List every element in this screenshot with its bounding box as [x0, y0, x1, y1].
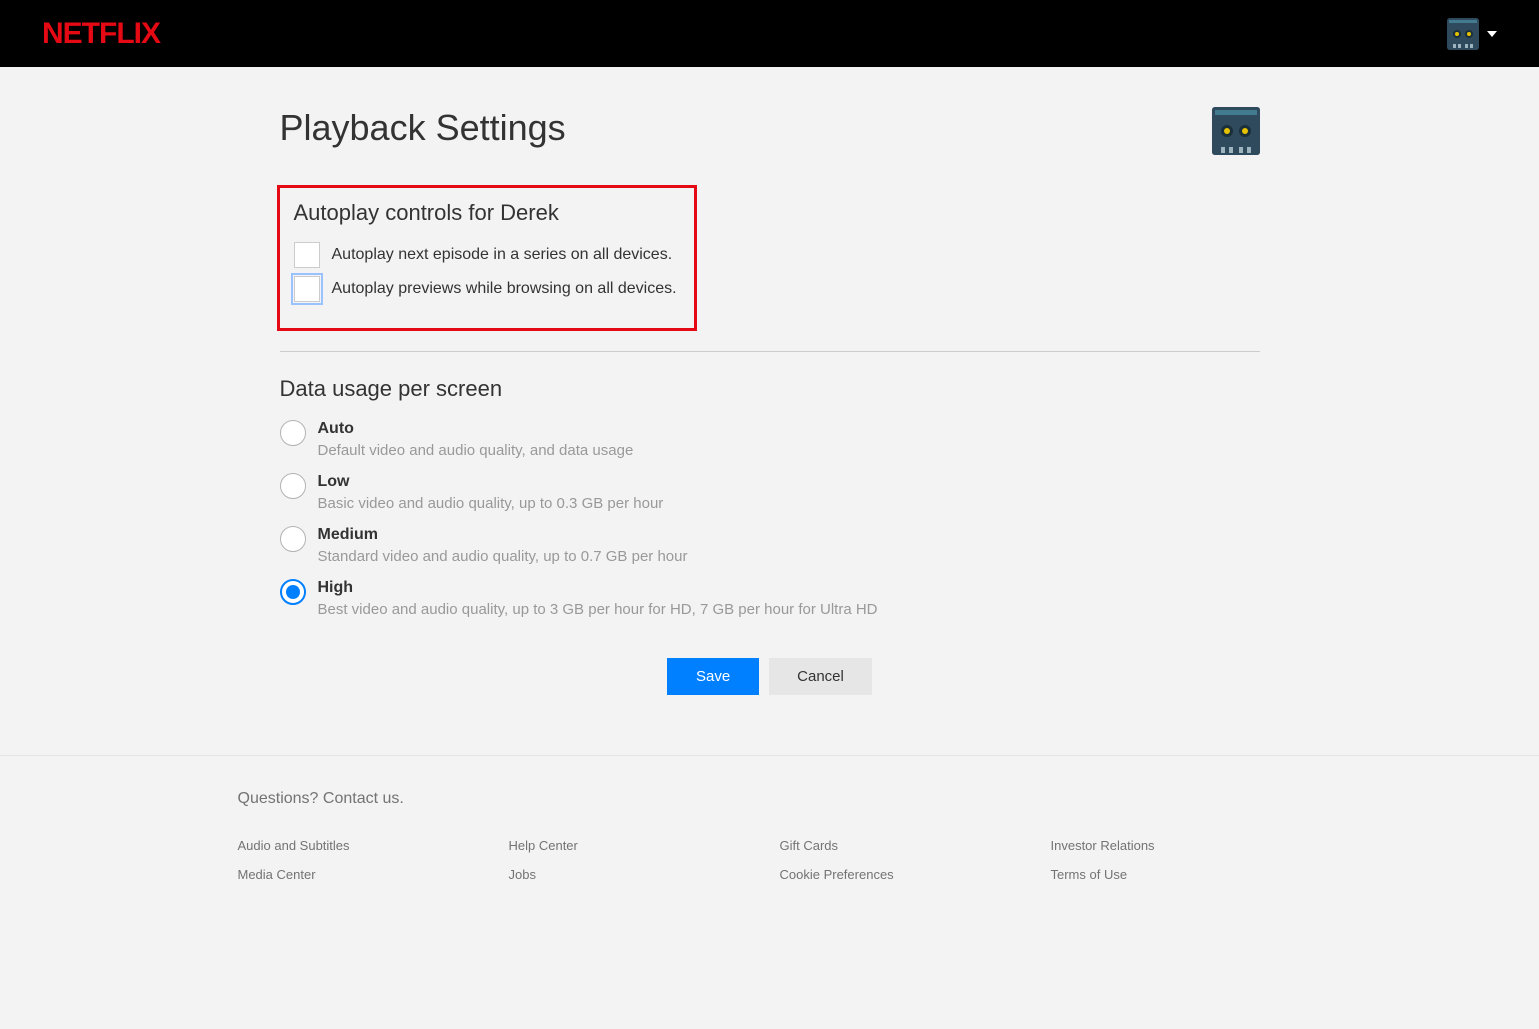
footer-contact-link[interactable]: Contact us. — [323, 790, 404, 807]
radio-desc: Standard video and audio quality, up to … — [318, 548, 688, 565]
data-usage-section-title: Data usage per screen — [280, 376, 1260, 402]
netflix-logo[interactable]: NETFLIX — [42, 17, 160, 51]
profile-avatar-icon — [1212, 107, 1260, 155]
footer-link-investor-relations[interactable]: Investor Relations — [1051, 838, 1302, 853]
data-usage-option-auto: Auto Default video and audio quality, an… — [280, 420, 1260, 459]
autoplay-section-highlight: Autoplay controls for Derek Autoplay nex… — [277, 185, 697, 331]
profile-menu[interactable] — [1447, 18, 1497, 50]
data-usage-radio-medium[interactable] — [280, 526, 306, 552]
section-divider — [280, 351, 1260, 352]
topbar: NETFLIX — [0, 0, 1539, 67]
radio-desc: Default video and audio quality, and dat… — [318, 442, 634, 459]
autoplay-previews-row: Autoplay previews while browsing on all … — [294, 276, 680, 302]
data-usage-radio-high[interactable] — [280, 579, 306, 605]
save-button[interactable]: Save — [667, 658, 759, 695]
radio-label: Low — [318, 473, 664, 491]
footer-questions-text: Questions? — [238, 790, 323, 807]
footer-questions: Questions? Contact us. — [238, 790, 1302, 808]
footer-link-audio-subtitles[interactable]: Audio and Subtitles — [238, 838, 489, 853]
autoplay-previews-checkbox[interactable] — [294, 276, 320, 302]
footer-link-help-center[interactable]: Help Center — [509, 838, 760, 853]
data-usage-option-high: High Best video and audio quality, up to… — [280, 579, 1260, 618]
footer-link-jobs[interactable]: Jobs — [509, 867, 760, 882]
autoplay-previews-label: Autoplay previews while browsing on all … — [332, 280, 677, 298]
data-usage-option-medium: Medium Standard video and audio quality,… — [280, 526, 1260, 565]
autoplay-section-title: Autoplay controls for Derek — [294, 200, 680, 226]
radio-label: Medium — [318, 526, 688, 544]
footer-link-gift-cards[interactable]: Gift Cards — [780, 838, 1031, 853]
page-title: Playback Settings — [280, 107, 566, 149]
page-content: Playback Settings Autoplay controls for … — [280, 67, 1260, 755]
autoplay-next-episode-checkbox[interactable] — [294, 242, 320, 268]
footer: Questions? Contact us. Audio and Subtitl… — [0, 755, 1539, 922]
avatar-icon — [1447, 18, 1479, 50]
data-usage-radio-group: Auto Default video and audio quality, an… — [280, 420, 1260, 618]
page-header: Playback Settings — [280, 107, 1260, 155]
data-usage-radio-low[interactable] — [280, 473, 306, 499]
footer-links: Audio and Subtitles Help Center Gift Car… — [238, 838, 1302, 882]
radio-desc: Best video and audio quality, up to 3 GB… — [318, 601, 878, 618]
footer-link-media-center[interactable]: Media Center — [238, 867, 489, 882]
button-row: Save Cancel — [280, 658, 1260, 695]
radio-desc: Basic video and audio quality, up to 0.3… — [318, 495, 664, 512]
footer-link-terms-of-use[interactable]: Terms of Use — [1051, 867, 1302, 882]
radio-label: Auto — [318, 420, 634, 438]
data-usage-radio-auto[interactable] — [280, 420, 306, 446]
footer-link-cookie-preferences[interactable]: Cookie Preferences — [780, 867, 1031, 882]
cancel-button[interactable]: Cancel — [769, 658, 872, 695]
autoplay-next-episode-label: Autoplay next episode in a series on all… — [332, 246, 673, 264]
radio-label: High — [318, 579, 878, 597]
autoplay-next-episode-row: Autoplay next episode in a series on all… — [294, 242, 680, 268]
chevron-down-icon — [1487, 31, 1497, 37]
data-usage-option-low: Low Basic video and audio quality, up to… — [280, 473, 1260, 512]
